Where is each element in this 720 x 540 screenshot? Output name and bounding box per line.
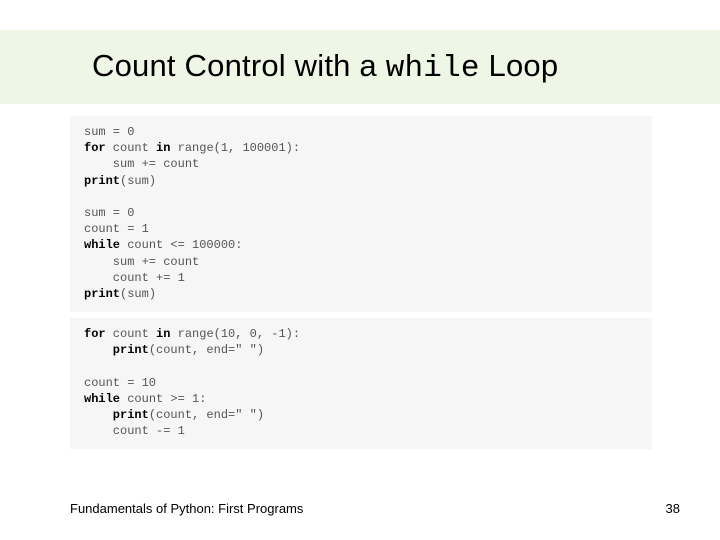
code-line: count = 10 xyxy=(84,376,156,390)
code-text: count xyxy=(106,327,156,341)
slide-title: Count Control with a while Loop xyxy=(92,48,558,86)
code-line: count += 1 xyxy=(84,271,185,285)
code-kw: in xyxy=(156,141,170,155)
code-kw: print xyxy=(84,287,120,301)
code-text: (sum) xyxy=(120,287,156,301)
code-kw: for xyxy=(84,327,106,341)
code-line: sum = 0 xyxy=(84,206,134,220)
title-suffix: Loop xyxy=(480,48,559,83)
code-kw: while xyxy=(84,392,120,406)
code-text: (sum) xyxy=(120,174,156,188)
code-line: sum += count xyxy=(84,157,199,171)
code-line: sum = 0 xyxy=(84,125,134,139)
code-block-2: for count in range(10, 0, -1): print(cou… xyxy=(70,318,652,449)
code-kw: print xyxy=(84,408,149,422)
code-line: sum += count xyxy=(84,255,199,269)
title-prefix: Count Control with a xyxy=(92,48,386,83)
code-text: count >= 1: xyxy=(120,392,206,406)
code-text: range(1, 100001): xyxy=(170,141,300,155)
code-text: count xyxy=(106,141,156,155)
code-kw: while xyxy=(84,238,120,252)
footer-page-number: 38 xyxy=(666,501,680,516)
code-text: (count, end=" ") xyxy=(149,408,264,422)
code-kw: print xyxy=(84,343,149,357)
footer-book-title: Fundamentals of Python: First Programs xyxy=(70,501,303,516)
title-mono: while xyxy=(386,51,480,86)
code-text: count <= 100000: xyxy=(120,238,242,252)
code-block-1: sum = 0 for count in range(1, 100001): s… xyxy=(70,116,652,312)
code-text: range(10, 0, -1): xyxy=(170,327,300,341)
code-line: count -= 1 xyxy=(84,424,185,438)
code-text: (count, end=" ") xyxy=(149,343,264,357)
code-kw: print xyxy=(84,174,120,188)
code-kw: in xyxy=(156,327,170,341)
code-line: count = 1 xyxy=(84,222,149,236)
title-band: Count Control with a while Loop xyxy=(0,30,720,104)
code-kw: for xyxy=(84,141,106,155)
